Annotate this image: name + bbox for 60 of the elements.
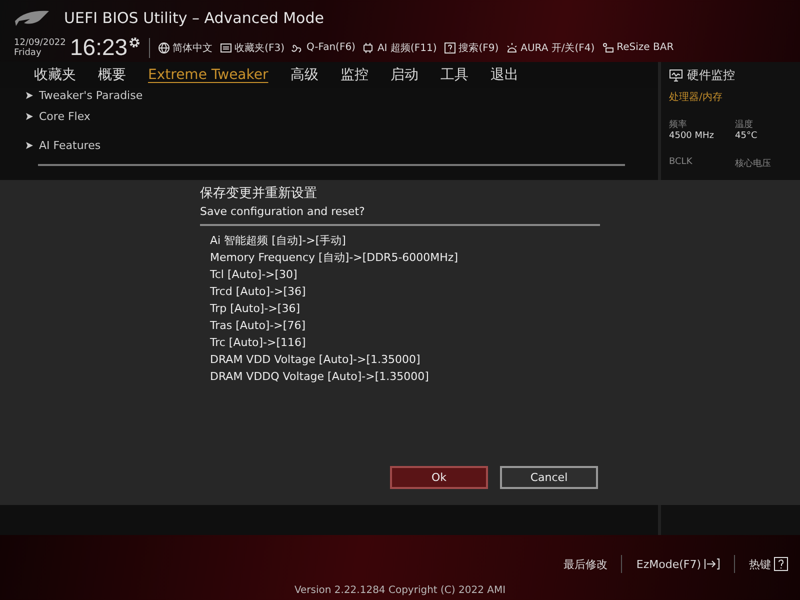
toolbar-button[interactable]: 简体中文 [158, 40, 213, 54]
globe-icon [158, 42, 170, 54]
chip-icon [362, 42, 374, 54]
change-item: Tras [Auto]->[76] [210, 318, 306, 334]
change-item: DRAM VDD Voltage [Auto]->[1.35000] [210, 352, 422, 368]
menu-tab[interactable]: 高级 [290, 66, 318, 84]
change-item: Trc [Auto]->[116] [210, 335, 307, 351]
settings-icon[interactable] [128, 36, 141, 49]
day-label: Friday [14, 48, 42, 58]
logo-icon [14, 9, 50, 27]
ok-button[interactable]: Ok [390, 466, 488, 489]
change-item: Tcl [Auto]->[30] [210, 267, 298, 283]
toolbar-button[interactable]: ReSize BAR [602, 42, 674, 54]
monitor-label: 核心电压 [735, 158, 772, 170]
menu-tab[interactable]: 工具 [440, 66, 468, 84]
change-item: Trcd [Auto]->[36] [210, 284, 307, 300]
monitor-icon [669, 68, 683, 82]
monitor-label: BCLK [669, 157, 694, 167]
toolbar-button[interactable]: 收藏夹(F3) [220, 40, 284, 54]
exit-icon [704, 558, 720, 570]
arrow-icon [26, 92, 33, 98]
menu-tab[interactable]: 退出 [490, 66, 518, 84]
footer-link[interactable]: EzMode(F7) [636, 558, 720, 570]
footer-link[interactable]: 热键 [749, 556, 788, 572]
footer-link[interactable]: 最后修改 [563, 556, 608, 572]
change-item: DRAM VDDQ Voltage [Auto]->[1.35000] [210, 369, 430, 385]
list-icon [220, 42, 232, 54]
toolbar-button[interactable]: 搜索(F9) [444, 40, 499, 54]
menu-tab[interactable]: 概要 [98, 66, 126, 84]
monitor-label: 频率 [669, 118, 688, 131]
version-text: Version 2.22.1284 Copyright (C) 2022 AMI [294, 585, 506, 596]
menu-tab[interactable]: 启动 [390, 66, 418, 84]
menu-item[interactable]: Core Flex [26, 102, 658, 131]
menu-tab[interactable]: Extreme Tweaker [148, 67, 268, 83]
date-label: 12/09/2022 [14, 38, 67, 48]
light-icon [506, 42, 518, 54]
monitor-value: 45°C [735, 131, 758, 141]
menu-tab[interactable]: 收藏夹 [34, 66, 76, 84]
section-heading: 处理器/内存 [669, 90, 724, 104]
help-icon [444, 42, 456, 54]
menu-item[interactable]: AI Features [26, 131, 658, 160]
toolbar-button[interactable]: AI 超频(F11) [362, 40, 437, 54]
clock-time: 16:23 [70, 34, 128, 61]
toolbar-button[interactable]: AURA 开/关(F4) [506, 40, 595, 54]
toolbar-button[interactable]: Q-Fan(F6) [291, 42, 356, 54]
change-item: Memory Frequency [自动]->[DDR5-6000MHz] [210, 250, 459, 266]
arrow-icon [26, 113, 33, 120]
monitor-label: 温度 [735, 118, 754, 131]
cancel-button[interactable]: Cancel [500, 466, 598, 489]
dialog-title: 保存变更并重新设置 [200, 185, 318, 202]
menu-item[interactable]: Tweaker's Paradise [26, 88, 658, 102]
help-icon [774, 557, 788, 571]
dialog-subtitle: Save configuration and reset? [200, 205, 366, 218]
menu-tab[interactable]: 监控 [340, 66, 368, 84]
arrow-icon [26, 142, 33, 149]
monitor-value: 4500 MHz [669, 131, 716, 141]
change-item: Ai 智能超频 [自动]->[手动] [210, 233, 347, 249]
window-title: UEFI BIOS Utility – Advanced Mode [64, 9, 324, 27]
change-item: Trp [Auto]->[36] [210, 301, 301, 317]
panel-title: 硬件监控 [687, 66, 735, 84]
